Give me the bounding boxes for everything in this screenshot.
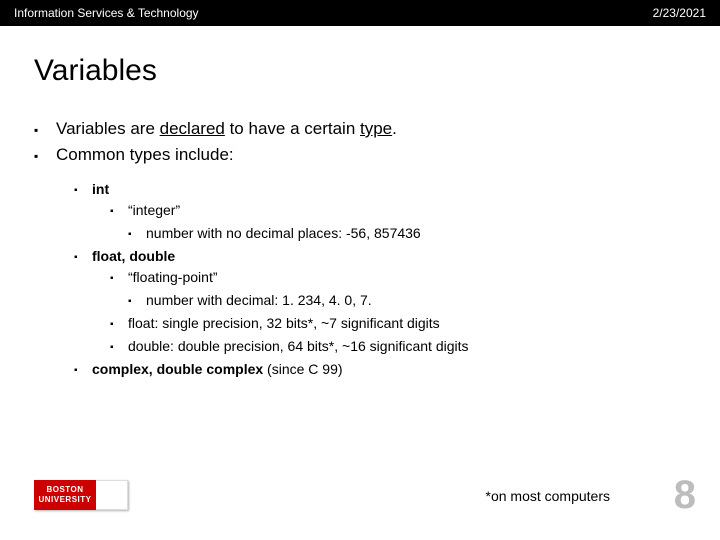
logo-line2: UNIVERSITY <box>38 495 91 505</box>
text: Common types include: <box>56 145 234 164</box>
logo-text: BOSTON UNIVERSITY <box>34 480 96 510</box>
text: (since C 99) <box>263 361 342 377</box>
header-date: 2/23/2021 <box>653 6 706 20</box>
logo-white-panel <box>96 480 128 510</box>
underline-declared: declared <box>160 119 225 138</box>
text: complex, double complex <box>92 361 263 377</box>
logo-line1: BOSTON <box>46 485 83 495</box>
bullet-declared: Variables are declared to have a certain… <box>34 116 686 142</box>
text: to have a certain <box>225 119 360 138</box>
text: Variables are <box>56 119 160 138</box>
bullet-int-example: number with no decimal places: -56, 8574… <box>128 223 686 244</box>
text: . <box>392 119 397 138</box>
bullet-floating-point: “floating-point” <box>110 267 686 288</box>
boston-university-logo: BOSTON UNIVERSITY <box>34 480 128 510</box>
bullet-int: int “integer” number with no decimal pla… <box>74 179 686 244</box>
bullet-float-example: number with decimal: 1. 234, 4. 0, 7. <box>128 290 686 311</box>
bullet-integer: “integer” <box>110 200 686 221</box>
bullet-double-precision: double: double precision, 64 bits*, ~16 … <box>110 336 686 357</box>
slide-content: Variables are declared to have a certain… <box>0 116 720 380</box>
bullet-float-precision: float: single precision, 32 bits*, ~7 si… <box>110 313 686 334</box>
bullet-float-double: float, double “floating-point” number wi… <box>74 246 686 357</box>
header-left: Information Services & Technology <box>14 6 199 20</box>
footnote: *on most computers <box>486 488 611 504</box>
bullet-complex: complex, double complex (since C 99) <box>74 359 686 380</box>
text: int <box>92 181 109 197</box>
slide-title: Variables <box>34 54 720 88</box>
slide-header: Information Services & Technology 2/23/2… <box>0 0 720 26</box>
underline-type: type <box>360 119 392 138</box>
bullet-common-types: Common types include: int “integer” numb… <box>34 142 686 381</box>
page-number: 8 <box>674 473 696 518</box>
text: float, double <box>92 248 175 264</box>
